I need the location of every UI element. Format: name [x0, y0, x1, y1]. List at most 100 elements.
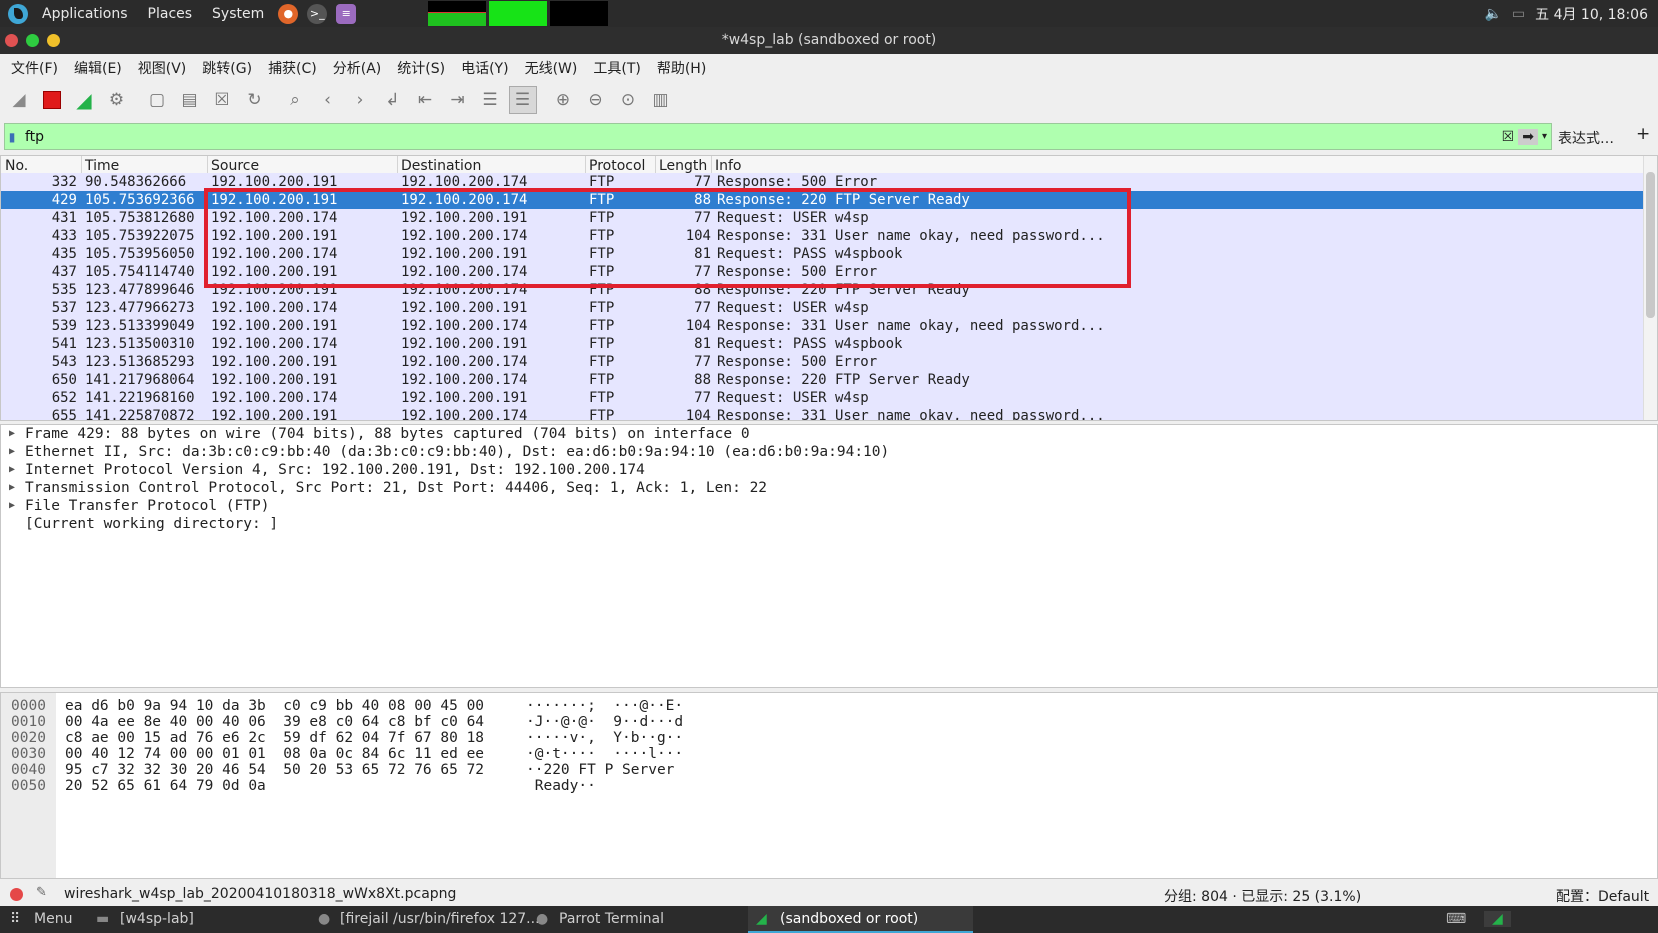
expert-info-icon[interactable]	[10, 888, 23, 901]
screen-icon[interactable]: ▭	[1512, 6, 1525, 22]
clear-filter-icon[interactable]: ☒	[1502, 129, 1515, 145]
bytes-hex[interactable]: 95 c7 32 32 30 20 46 54 50 20 53 65 72 7…	[65, 762, 484, 779]
bytes-asc[interactable]: ··220 FT P Server	[526, 762, 674, 779]
detail-cwd[interactable]: [Current working directory: ]	[1, 515, 1657, 533]
column-destination[interactable]: Destination	[401, 158, 481, 174]
system-menu[interactable]: System	[212, 6, 264, 22]
column-length[interactable]: Length	[659, 158, 707, 174]
column-time[interactable]: Time	[85, 158, 119, 174]
bytes-asc[interactable]: ·······; ···@··E·	[526, 698, 683, 715]
column-source[interactable]: Source	[211, 158, 259, 174]
bytes-asc[interactable]: ·@·t···· ····l···	[526, 746, 683, 763]
menu-view[interactable]: 视图(V)	[130, 58, 195, 78]
detail-frame[interactable]: ▶ Frame 429: 88 bytes on wire (704 bits),…	[1, 425, 1657, 443]
column-info[interactable]: Info	[715, 158, 742, 174]
packet-row[interactable]: 535 123.477899646 192.100.200.191 192.100.2…	[1, 281, 1645, 299]
resize-columns-icon[interactable]: ▥	[647, 86, 675, 114]
taskbar-item-wireshark[interactable]: (sandboxed or root)	[780, 911, 918, 927]
bytes-asc[interactable]: Ready··	[526, 778, 596, 795]
stop-capture-icon[interactable]	[38, 86, 66, 114]
menu-edit[interactable]: 编辑(E)	[66, 58, 130, 78]
packet-row[interactable]: 650 141.217968064 192.100.200.191 192.100.2…	[1, 371, 1645, 389]
keyboard-icon[interactable]: ⌨	[1446, 911, 1466, 927]
packet-row[interactable]: 652 141.221968160 192.100.200.174 192.100.2…	[1, 389, 1645, 407]
bytes-hex[interactable]: 20 52 65 61 64 79 0d 0a	[65, 778, 266, 795]
tray-wireshark-icon[interactable]: ◢	[1484, 911, 1511, 927]
zoom-out-icon[interactable]: ⊖	[582, 86, 610, 114]
filter-bookmark-icon[interactable]: ▮	[5, 124, 19, 149]
packet-row[interactable]: 537 123.477966273 192.100.200.174 192.100.2…	[1, 299, 1645, 317]
firefox-icon[interactable]: ●	[278, 3, 299, 24]
taskbar-item-firefox[interactable]: [firejail /usr/bin/firefox 127...	[340, 911, 540, 927]
menu-wireless[interactable]: 无线(W)	[517, 58, 586, 78]
clock[interactable]: 五 4月 10, 18:06	[1535, 4, 1648, 24]
detail-ip[interactable]: ▶ Internet Protocol Version 4, Src: 192.1…	[1, 461, 1657, 479]
packet-row[interactable]: 435 105.753956050 192.100.200.174 192.100.2…	[1, 245, 1645, 263]
open-file-icon[interactable]: ▢	[143, 86, 171, 114]
menu-go[interactable]: 跳转(G)	[194, 58, 260, 78]
autoscroll-icon[interactable]: ☰	[476, 86, 504, 114]
forward-icon[interactable]: ›	[346, 86, 374, 114]
taskbar-item-terminal[interactable]: Parrot Terminal	[559, 911, 664, 927]
packet-row[interactable]: 437 105.754114740 192.100.200.191 192.100.2…	[1, 263, 1645, 281]
go-to-packet-icon[interactable]: ↲	[379, 86, 407, 114]
packet-row[interactable]: 433 105.753922075 192.100.200.191 192.100.2…	[1, 227, 1645, 245]
packet-row[interactable]: 655 141.225870872 192.100.200.191 192.100.2…	[1, 407, 1645, 420]
bytes-asc[interactable]: ·····v·, Y·b··g··	[526, 730, 683, 747]
taskbar-menu[interactable]: Menu	[34, 911, 72, 927]
find-icon[interactable]: ⌕	[281, 86, 309, 114]
menu-analyze[interactable]: 分析(A)	[325, 58, 390, 78]
packet-row[interactable]: 543 123.513685293 192.100.200.191 192.100.2…	[1, 353, 1645, 371]
packet-row[interactable]: 332 90.548362666 192.100.200.191 192.100.20…	[1, 173, 1645, 191]
expression-button[interactable]: 表达式…	[1558, 128, 1614, 148]
menu-file[interactable]: 文件(F)	[3, 58, 66, 78]
parrot-logo-icon[interactable]	[8, 3, 28, 24]
menu-telephony[interactable]: 电话(Y)	[453, 58, 516, 78]
last-packet-icon[interactable]: ⇥	[444, 86, 472, 114]
back-icon[interactable]: ‹	[314, 86, 342, 114]
applications-menu[interactable]: Applications	[42, 6, 128, 22]
column-protocol[interactable]: Protocol	[589, 158, 645, 174]
shark-fin-icon[interactable]: ◢	[5, 86, 33, 114]
expand-arrow-icon[interactable]: ▶	[9, 443, 15, 461]
first-packet-icon[interactable]: ⇤	[411, 86, 439, 114]
maximize-window-button[interactable]	[26, 34, 39, 47]
terminal-icon[interactable]: >_	[307, 3, 328, 24]
display-filter-input[interactable]	[19, 128, 1551, 145]
expand-arrow-icon[interactable]: ▶	[9, 479, 15, 497]
expand-arrow-icon[interactable]: ▶	[9, 425, 15, 443]
bytes-hex[interactable]: c8 ae 00 15 ad 76 e6 2c 59 df 62 04 7f 6…	[65, 730, 484, 747]
expand-arrow-icon[interactable]: ▶	[9, 461, 15, 479]
close-file-icon[interactable]: ☒	[208, 86, 236, 114]
bytes-asc[interactable]: ·J··@·@· 9··d···d	[526, 714, 683, 731]
minimize-window-button[interactable]	[47, 34, 60, 47]
expand-arrow-icon[interactable]: ▶	[9, 497, 15, 515]
volume-icon[interactable]: 🔈	[1484, 6, 1501, 22]
capture-options-icon[interactable]: ⚙	[103, 86, 131, 114]
column-no[interactable]: No.	[5, 158, 28, 174]
restart-capture-icon[interactable]: ◢	[70, 86, 98, 114]
zoom-in-icon[interactable]: ⊕	[549, 86, 577, 114]
detail-ethernet[interactable]: ▶ Ethernet II, Src: da:3b:c0:c9:bb:40 (da…	[1, 443, 1657, 461]
save-file-icon[interactable]: ▤	[176, 86, 204, 114]
detail-ftp[interactable]: ▶ File Transfer Protocol (FTP)	[1, 497, 1657, 515]
close-window-button[interactable]	[5, 34, 18, 47]
bytes-hex[interactable]: 00 40 12 74 00 00 01 01 08 0a 0c 84 6c 1…	[65, 746, 484, 763]
profile-label[interactable]: 配置：Default	[1556, 886, 1649, 906]
add-filter-button[interactable]: +	[1636, 124, 1650, 144]
apply-filter-icon[interactable]: ➡	[1518, 128, 1538, 145]
filter-history-dropdown-icon[interactable]: ▾	[1542, 131, 1547, 142]
normal-size-icon[interactable]: ⊙	[614, 86, 642, 114]
places-menu[interactable]: Places	[148, 6, 193, 22]
packet-row[interactable]: 539 123.513399049 192.100.200.191 192.100.2…	[1, 317, 1645, 335]
taskbar-item-w4sp-lab[interactable]: [w4sp-lab]	[120, 911, 194, 927]
menu-grid-icon[interactable]: ⠿	[10, 911, 20, 927]
text-editor-icon[interactable]: ≡	[336, 3, 357, 24]
packet-row[interactable]: 431 105.753812680 192.100.200.174 192.100.2…	[1, 209, 1645, 227]
detail-tcp[interactable]: ▶ Transmission Control Protocol, Src Port…	[1, 479, 1657, 497]
bytes-hex[interactable]: 00 4a ee 8e 40 00 40 06 39 e8 c0 64 c8 b…	[65, 714, 484, 731]
menu-help[interactable]: 帮助(H)	[649, 58, 714, 78]
edit-comment-icon[interactable]: ✎	[36, 885, 47, 900]
menu-tools[interactable]: 工具(T)	[585, 58, 648, 78]
packet-row-selected[interactable]: 429 105.753692366 192.100.200.191 192.100.2…	[1, 191, 1645, 209]
